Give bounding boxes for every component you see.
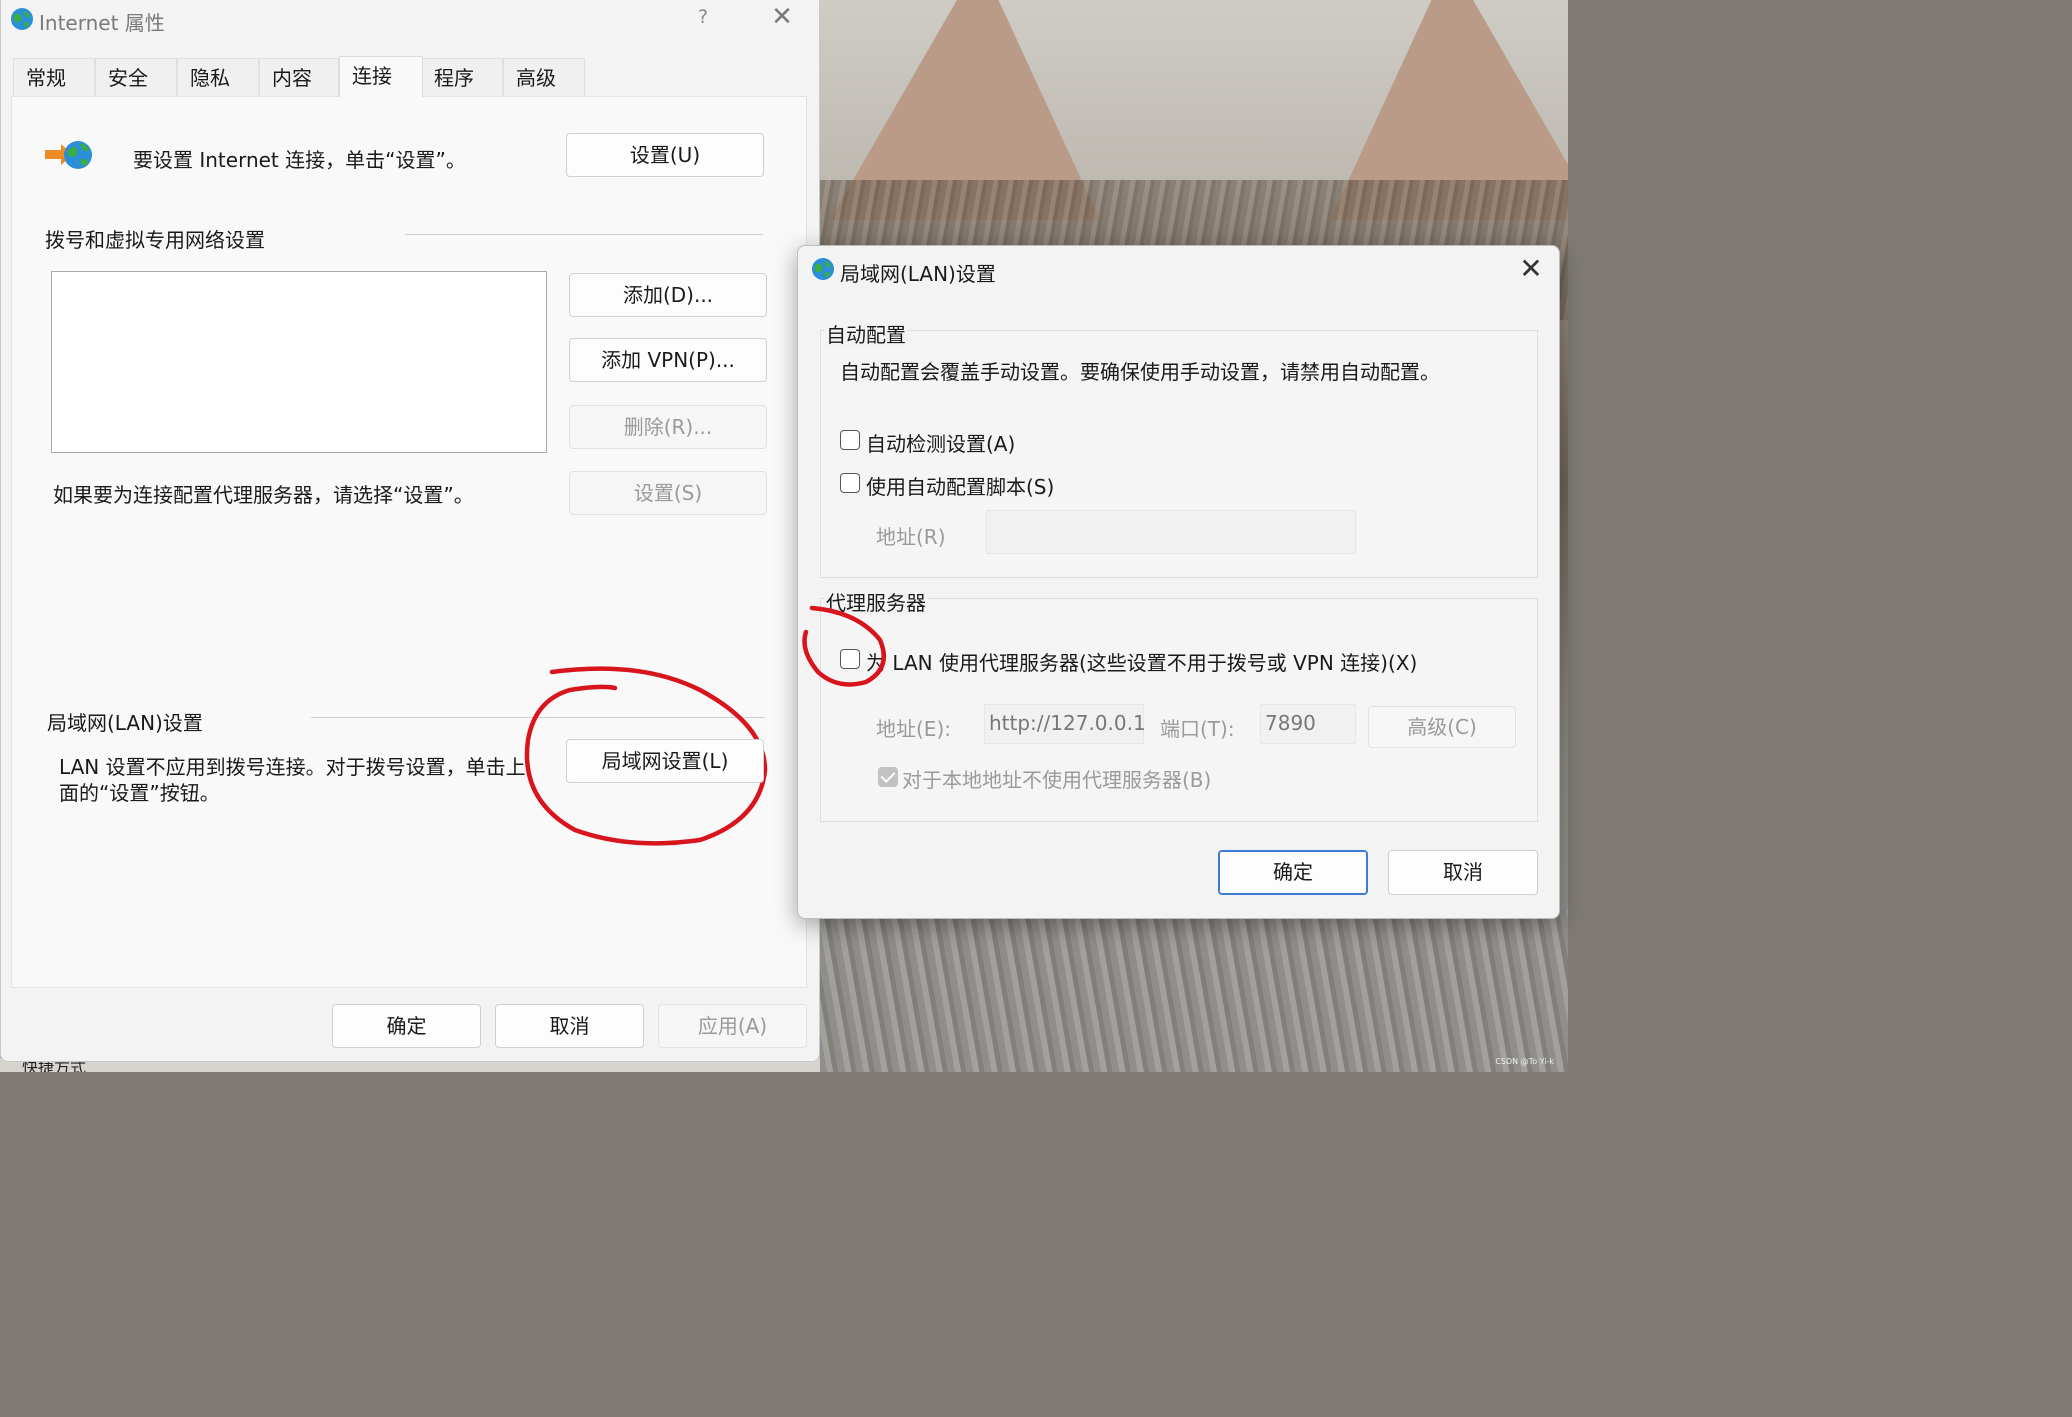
setup-instruction: 要设置 Internet 连接，单击“设置”。 <box>133 148 466 172</box>
connections-list[interactable] <box>51 271 547 453</box>
tab-content[interactable]: 内容 <box>259 58 339 96</box>
globe-icon <box>11 8 33 30</box>
bypass-local-label: 对于本地地址不使用代理服务器(B) <box>902 768 1212 792</box>
auto-script-label: 使用自动配置脚本(S) <box>866 475 1055 499</box>
wallpaper-fur-lower <box>820 910 1568 1072</box>
help-button[interactable]: ? <box>691 6 715 28</box>
use-proxy-label: 为 LAN 使用代理服务器(这些设置不用于拨号或 VPN 连接)(X) <box>866 651 1418 675</box>
proxy-server-group-title: 代理服务器 <box>824 587 928 616</box>
proxy-hint-text: 如果要为连接配置代理服务器，请选择“设置”。 <box>53 483 474 507</box>
auto-detect-label: 自动检测设置(A) <box>866 432 1016 456</box>
dialog-title: 局域网(LAN)设置 <box>840 262 996 286</box>
lan-settings-dialog: 局域网(LAN)设置 ✕ 自动配置 自动配置会覆盖手动设置。要确保使用手动设置，… <box>797 245 1560 919</box>
dialup-section-title: 拨号和虚拟专用网络设置 <box>45 228 265 252</box>
title-bar: Internet 属性 ? ✕ <box>1 0 819 40</box>
dialog-cancel-button[interactable]: 取消 <box>1388 850 1538 895</box>
tab-programs[interactable]: 程序 <box>421 58 503 96</box>
tab-privacy[interactable]: 隐私 <box>177 58 259 96</box>
lan-description-line2: 面的“设置”按钮。 <box>59 781 220 805</box>
tab-connections[interactable]: 连接 <box>339 56 423 97</box>
add-vpn-button[interactable]: 添加 VPN(P)... <box>569 338 767 382</box>
auto-script-checkbox[interactable] <box>840 473 860 493</box>
bypass-local-checkbox[interactable] <box>878 767 898 787</box>
proxy-port-label: 端口(T): <box>1160 717 1235 741</box>
use-proxy-checkbox[interactable] <box>840 649 860 669</box>
lan-section-title: 局域网(LAN)设置 <box>47 711 203 735</box>
internet-connect-icon <box>45 141 92 169</box>
ok-button[interactable]: 确定 <box>332 1004 481 1048</box>
proxy-port-input[interactable]: 7890 <box>1260 704 1356 744</box>
setup-button[interactable]: 设置(U) <box>566 133 764 177</box>
proxy-address-label: 地址(E): <box>876 717 951 741</box>
internet-properties-window: Internet 属性 ? ✕ 常规 安全 隐私 内容 连接 程序 高级 要设置… <box>0 0 820 1062</box>
script-address-label: 地址(R) <box>876 525 946 549</box>
tab-security[interactable]: 安全 <box>95 58 177 96</box>
globe-icon <box>812 258 834 280</box>
window-title: Internet 属性 <box>39 11 165 35</box>
close-button[interactable]: ✕ <box>767 2 797 32</box>
dialup-section-divider <box>405 234 763 235</box>
auto-config-description: 自动配置会覆盖手动设置。要确保使用手动设置，请禁用自动配置。 <box>840 360 1440 384</box>
tab-general[interactable]: 常规 <box>13 58 95 96</box>
script-address-input[interactable] <box>986 510 1356 554</box>
dialog-ok-button[interactable]: 确定 <box>1218 850 1368 895</box>
lan-settings-button[interactable]: 局域网设置(L) <box>566 739 764 783</box>
add-button[interactable]: 添加(D)... <box>569 273 767 317</box>
proxy-address-input[interactable]: http://127.0.0.1 <box>984 704 1146 744</box>
lan-description-line1: LAN 设置不应用到拨号连接。对于拨号设置，单击上 <box>59 755 526 779</box>
lan-section-divider <box>311 717 765 718</box>
watermark: CSDN @To Yi-k <box>1495 1057 1554 1066</box>
proxy-advanced-button[interactable]: 高级(C) <box>1368 706 1516 748</box>
auto-detect-checkbox[interactable] <box>840 430 860 450</box>
dialog-close-button[interactable]: ✕ <box>1516 252 1546 285</box>
cancel-button[interactable]: 取消 <box>495 1004 644 1048</box>
tab-advanced[interactable]: 高级 <box>503 58 585 96</box>
remove-button[interactable]: 删除(R)... <box>569 405 767 449</box>
auto-config-group-title: 自动配置 <box>824 319 908 348</box>
apply-button[interactable]: 应用(A) <box>658 1004 807 1048</box>
connection-settings-button[interactable]: 设置(S) <box>569 471 767 515</box>
